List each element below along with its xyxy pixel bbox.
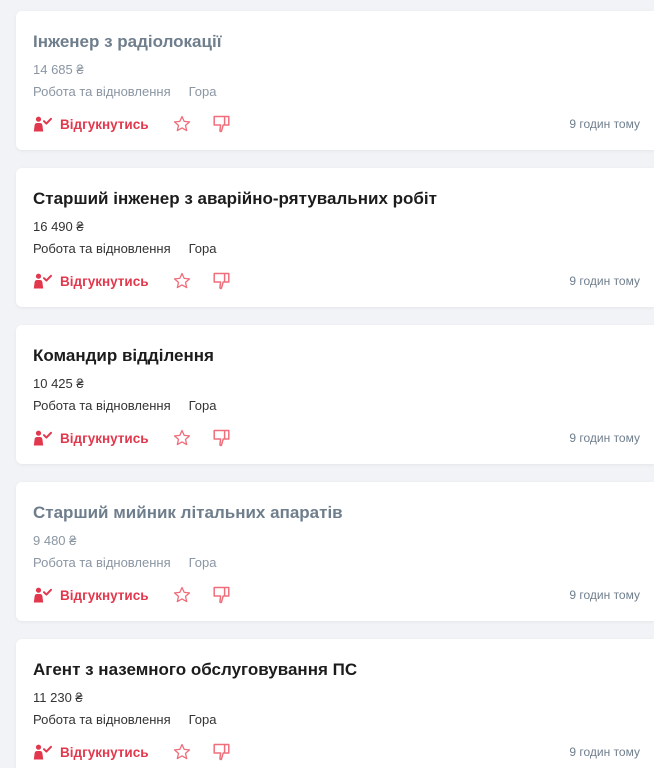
- posted-time: 9 годин тому: [569, 117, 640, 131]
- favorite-button[interactable]: [173, 115, 191, 133]
- star-outline-icon: [173, 586, 190, 603]
- job-list: Інженер з радіолокації 14 685 ₴ Робота т…: [0, 0, 654, 768]
- job-meta: Робота та відновлення Гора: [33, 555, 217, 571]
- job-city: Гора: [188, 84, 217, 99]
- job-city: Гора: [188, 241, 217, 256]
- dislike-button[interactable]: [212, 115, 230, 133]
- job-card[interactable]: Старший інженер з аварійно-рятувальних р…: [16, 168, 654, 307]
- job-title[interactable]: Агент з наземного обслуговування ПС: [33, 659, 357, 681]
- job-title[interactable]: Інженер з радіолокації: [33, 31, 221, 53]
- respond-label: Відгукнутись: [60, 587, 149, 603]
- person-check-icon: [33, 430, 52, 446]
- thumb-down-icon: [212, 586, 230, 604]
- respond-label: Відгукнутись: [60, 273, 149, 289]
- star-outline-icon: [173, 743, 190, 760]
- person-check-icon: [33, 273, 52, 289]
- job-actions: Відгукнутись: [33, 114, 230, 134]
- posted-time: 9 годин тому: [569, 588, 640, 602]
- favorite-button[interactable]: [173, 586, 191, 604]
- person-check-icon: [33, 116, 52, 132]
- job-title[interactable]: Командир відділення: [33, 345, 214, 367]
- dislike-button[interactable]: [212, 743, 230, 761]
- respond-button[interactable]: Відгукнутись: [33, 587, 149, 603]
- company-name: Робота та відновлення: [33, 555, 171, 570]
- company-name: Робота та відновлення: [33, 241, 171, 256]
- job-meta: Робота та відновлення Гора: [33, 84, 217, 100]
- respond-button[interactable]: Відгукнутись: [33, 430, 149, 446]
- person-check-icon: [33, 744, 52, 760]
- respond-button[interactable]: Відгукнутись: [33, 744, 149, 760]
- favorite-button[interactable]: [173, 743, 191, 761]
- posted-time: 9 годин тому: [569, 431, 640, 445]
- star-outline-icon: [173, 429, 190, 446]
- person-check-icon: [33, 587, 52, 603]
- job-actions: Відгукнутись: [33, 428, 230, 448]
- thumb-down-icon: [212, 429, 230, 447]
- respond-label: Відгукнутись: [60, 116, 149, 132]
- posted-time: 9 годин тому: [569, 274, 640, 288]
- star-outline-icon: [173, 115, 190, 132]
- job-card[interactable]: Старший мийник літальних апаратів 9 480 …: [16, 482, 654, 621]
- job-salary: 14 685 ₴: [33, 62, 84, 77]
- job-salary: 16 490 ₴: [33, 219, 84, 234]
- job-meta: Робота та відновлення Гора: [33, 398, 217, 414]
- job-title[interactable]: Старший інженер з аварійно-рятувальних р…: [33, 188, 437, 210]
- job-actions: Відгукнутись: [33, 742, 230, 762]
- job-salary: 11 230 ₴: [33, 690, 83, 705]
- respond-button[interactable]: Відгукнутись: [33, 273, 149, 289]
- company-name: Робота та відновлення: [33, 712, 171, 727]
- favorite-button[interactable]: [173, 429, 191, 447]
- favorite-button[interactable]: [173, 272, 191, 290]
- job-city: Гора: [188, 712, 217, 727]
- thumb-down-icon: [212, 743, 230, 761]
- star-outline-icon: [173, 272, 190, 289]
- job-meta: Робота та відновлення Гора: [33, 712, 217, 728]
- thumb-down-icon: [212, 272, 230, 290]
- job-card[interactable]: Агент з наземного обслуговування ПС 11 2…: [16, 639, 654, 768]
- job-city: Гора: [188, 398, 217, 413]
- job-title[interactable]: Старший мийник літальних апаратів: [33, 502, 343, 524]
- posted-time: 9 годин тому: [569, 745, 640, 759]
- job-actions: Відгукнутись: [33, 585, 230, 605]
- respond-label: Відгукнутись: [60, 744, 149, 760]
- job-salary: 10 425 ₴: [33, 376, 84, 391]
- job-salary: 9 480 ₴: [33, 533, 77, 548]
- dislike-button[interactable]: [212, 586, 230, 604]
- job-meta: Робота та відновлення Гора: [33, 241, 217, 257]
- job-card[interactable]: Командир відділення 10 425 ₴ Робота та в…: [16, 325, 654, 464]
- job-actions: Відгукнутись: [33, 271, 230, 291]
- respond-button[interactable]: Відгукнутись: [33, 116, 149, 132]
- thumb-down-icon: [212, 115, 230, 133]
- respond-label: Відгукнутись: [60, 430, 149, 446]
- dislike-button[interactable]: [212, 272, 230, 290]
- dislike-button[interactable]: [212, 429, 230, 447]
- company-name: Робота та відновлення: [33, 84, 171, 99]
- job-city: Гора: [188, 555, 217, 570]
- company-name: Робота та відновлення: [33, 398, 171, 413]
- job-card[interactable]: Інженер з радіолокації 14 685 ₴ Робота т…: [16, 11, 654, 150]
